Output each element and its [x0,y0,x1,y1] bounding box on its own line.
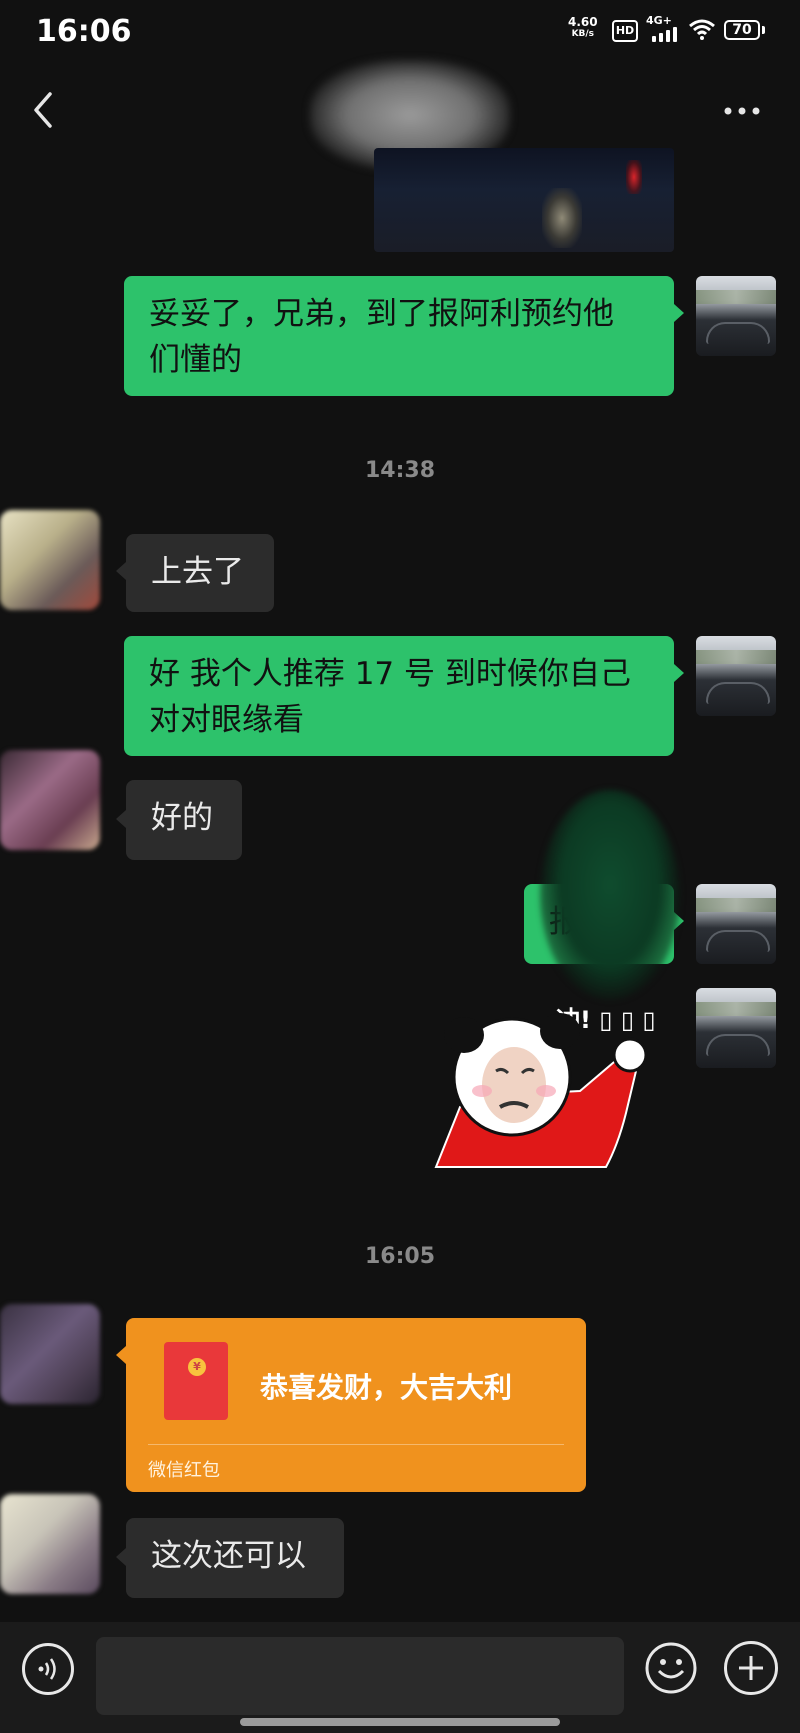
hd-badge: HD [612,20,638,42]
bubble-tail [116,1346,126,1364]
chat-timestamp: 14:38 [364,458,436,483]
photo-message[interactable] [374,148,674,252]
home-indicator[interactable] [240,1718,560,1726]
wifi-icon [689,19,715,40]
my-avatar[interactable] [696,884,776,964]
message-text-line: 对对眼缘看 [149,702,304,738]
network-speed-unit: KB/s [571,29,595,39]
my-avatar[interactable] [696,988,776,1068]
battery-icon: 70 [724,20,760,40]
red-packet-message[interactable]: ¥ 恭喜发财，大吉大利 微信红包 [126,1318,586,1492]
back-arrow-icon[interactable] [28,90,58,130]
contact-avatar[interactable] [0,1494,100,1594]
network-speed-value: 4.60 [568,15,598,29]
message-text-line: 好 我个人推荐 17 号 到时候你自己 [149,656,631,692]
network-type: 4G+ [646,14,672,27]
panda-meme-sticker[interactable] [430,995,650,1170]
contact-message-bubble[interactable]: 上去了 [126,534,274,612]
contact-avatar[interactable] [0,750,100,850]
bubble-tail [674,664,684,682]
more-dots-icon[interactable] [722,103,762,119]
bubble-tail [116,562,126,580]
message-text-line: 妥妥了，兄弟，到了报阿利预约他 [149,296,614,332]
contact-message-bubble[interactable]: 这次还可以 [126,1518,344,1598]
chat-timestamp: 16:05 [364,1244,436,1269]
bubble-tail [674,304,684,322]
red-packet-label: 微信红包 [148,1460,220,1481]
red-packet-icon: ¥ [164,1342,228,1420]
emoji-icon[interactable] [644,1641,698,1695]
my-message-bubble[interactable]: 妥妥了，兄弟，到了报阿利预约他 们懂的 [124,276,674,396]
voice-icon[interactable] [22,1643,74,1695]
contact-message-bubble[interactable]: 好的 [126,780,242,860]
bubble-tail [116,810,126,828]
status-time: 16:06 [36,14,132,49]
bubble-tail [116,1548,126,1566]
signal-icon: 4G+ [646,14,680,44]
plus-icon[interactable] [724,1641,778,1695]
my-avatar[interactable] [696,276,776,356]
divider [148,1444,564,1445]
red-packet-title: 恭喜发财，大吉大利 [260,1371,513,1404]
network-speed: 4.60 KB/s [568,16,598,40]
redaction-scribble [540,790,680,1000]
battery-nub [762,26,765,34]
coin-icon: ¥ [188,1358,206,1376]
message-input[interactable] [96,1637,624,1715]
my-message-bubble[interactable]: 好 我个人推荐 17 号 到时候你自己 对对眼缘看 [124,636,674,756]
contact-avatar[interactable] [0,510,100,610]
contact-avatar[interactable] [0,1304,100,1404]
my-avatar[interactable] [696,636,776,716]
message-text-line: 们懂的 [149,342,242,378]
